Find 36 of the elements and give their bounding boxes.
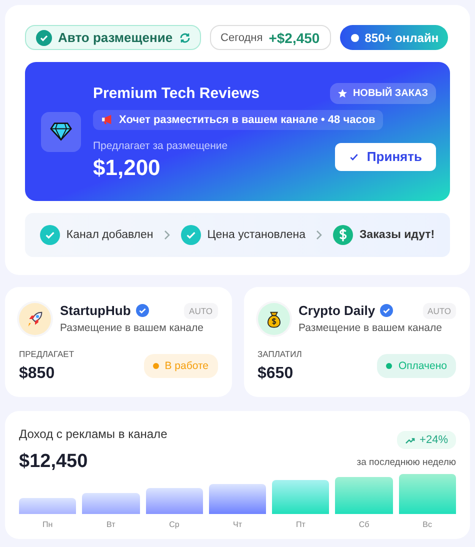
amount-label: ПРЕДЛАГАЕТ [19, 349, 74, 359]
amount-value: $850 [19, 365, 56, 383]
channel-subtitle: Размещение в вашем канале [298, 322, 443, 334]
offer-price: $1,200 [93, 154, 162, 180]
status-text: В работе [164, 360, 208, 372]
amount-value: $650 [258, 365, 294, 383]
accept-button[interactable]: Принять [334, 142, 436, 170]
auto-tag: AUTO [184, 303, 218, 319]
amount-label: ЗАПЛАТИЛ [258, 349, 302, 359]
channel-name: StartupHub [60, 303, 131, 318]
change-text: +24% [420, 434, 448, 446]
note-text: Хочет разместиться в вашем канале • 48 часов [119, 114, 376, 126]
step-label: Канал добавлен [66, 229, 154, 241]
online-count: 850+ онлайн [364, 30, 439, 44]
day-label: Ср [169, 520, 180, 529]
offer-title: Premium Tech Reviews [93, 84, 260, 102]
day-label: Вс [422, 520, 432, 529]
today-label: Сегодня [220, 32, 263, 44]
step-label: Цена установлена [207, 229, 306, 241]
status-text: Оплачено [398, 360, 447, 372]
channel-name: Crypto Daily [298, 303, 376, 318]
revenue-title: Доход с рекламы в канале [19, 427, 168, 441]
price-label: Предлагает за размещение [93, 140, 228, 152]
auto-placement-toggle[interactable]: Авто размещение [25, 25, 201, 50]
day-label: Пн [42, 520, 53, 529]
day-label: Сб [358, 520, 370, 529]
day-label: Пт [296, 520, 306, 529]
day-label: Вт [106, 520, 116, 529]
revenue-total: $12,450 [19, 451, 89, 473]
day-label: Чт [232, 520, 242, 529]
period-label: за последнюю неделю [356, 457, 456, 468]
today-value: +$2,450 [268, 30, 320, 46]
channel-subtitle: Размещение в вашем канале [60, 322, 204, 334]
auto-tag: AUTO [422, 303, 456, 319]
step-label: Заказы идут! [359, 229, 435, 241]
badge-text: НОВЫЙ ЗАКАЗ [352, 88, 428, 98]
